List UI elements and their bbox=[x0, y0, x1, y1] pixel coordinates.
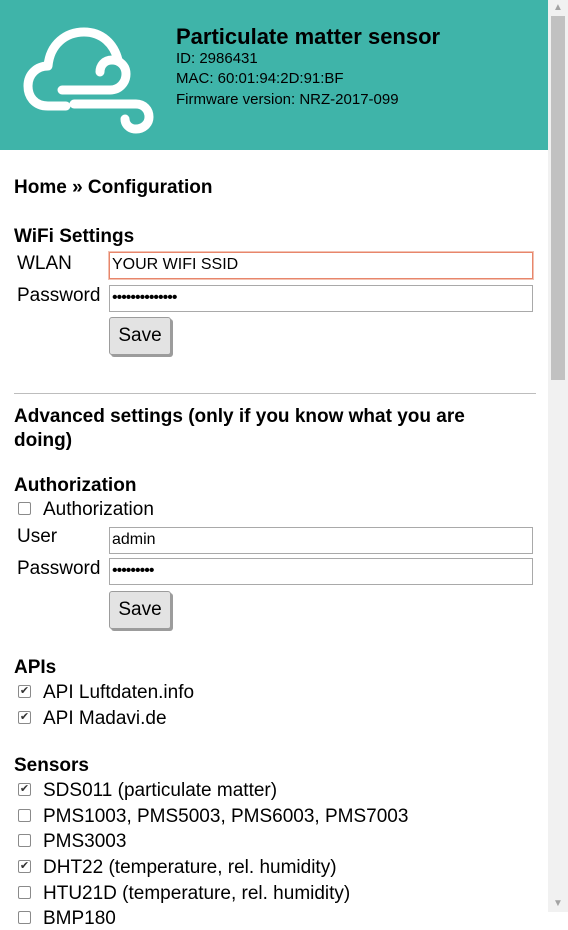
auth-checkbox-row[interactable]: Authorization bbox=[18, 499, 154, 521]
wlan-label: WLAN bbox=[17, 253, 72, 274]
scrollbar-thumb[interactable] bbox=[551, 16, 565, 380]
user-input[interactable]: admin bbox=[109, 527, 533, 554]
sensors-heading: Sensors bbox=[14, 755, 89, 776]
sensor-title: Particulate matter sensor bbox=[176, 24, 441, 49]
auth-password-input[interactable]: ••••••••• bbox=[109, 558, 533, 585]
sensor-item-bmp180[interactable]: BMP180 bbox=[18, 908, 116, 930]
sensor-checkbox-bmp180[interactable] bbox=[18, 910, 31, 924]
sensor-checkbox-dht22[interactable]: ✔ bbox=[18, 859, 31, 873]
sensor-item-dht22[interactable]: ✔ DHT22 (temperature, rel. humidity) bbox=[18, 857, 337, 879]
api-checkbox-madavi[interactable]: ✔ bbox=[18, 710, 31, 724]
device-id: ID: 2986431 bbox=[176, 50, 258, 67]
apis-heading: APIs bbox=[14, 657, 57, 678]
divider bbox=[14, 393, 536, 394]
header-banner: Particulate matter sensor ID: 2986431 MA… bbox=[0, 0, 548, 150]
page-scrollbar[interactable]: ▲ ▼ bbox=[548, 0, 568, 912]
api-item-luftdaten[interactable]: ✔ API Luftdaten.info bbox=[18, 682, 194, 704]
advanced-heading-line1: Advanced settings (only if you know what… bbox=[14, 406, 465, 427]
auth-checkbox[interactable] bbox=[18, 501, 31, 515]
sensor-label-htu21d: HTU21D (temperature, rel. humidity) bbox=[43, 883, 351, 904]
cloud-wind-icon bbox=[23, 27, 154, 134]
wifi-password-label: Password bbox=[17, 285, 101, 306]
sensor-checkbox-sds011[interactable]: ✔ bbox=[18, 782, 31, 796]
sensor-item-pms1003[interactable]: PMS1003, PMS5003, PMS6003, PMS7003 bbox=[18, 806, 408, 828]
sensor-checkbox-htu21d[interactable] bbox=[18, 885, 31, 899]
api-checkbox-luftdaten[interactable]: ✔ bbox=[18, 684, 31, 698]
firmware-version: Firmware version: NRZ-2017-099 bbox=[176, 91, 399, 108]
scroll-up-arrow-icon[interactable]: ▲ bbox=[548, 0, 568, 16]
sensor-label-sds011: SDS011 (particulate matter) bbox=[43, 780, 278, 801]
sensor-label-pms3003: PMS3003 bbox=[43, 831, 127, 852]
user-label: User bbox=[17, 526, 58, 547]
wifi-heading: WiFi Settings bbox=[14, 226, 135, 247]
sensor-label-dht22: DHT22 (temperature, rel. humidity) bbox=[43, 857, 337, 878]
sensor-item-htu21d[interactable]: HTU21D (temperature, rel. humidity) bbox=[18, 883, 350, 905]
sensor-checkbox-pms1003[interactable] bbox=[18, 808, 31, 822]
wifi-save-button[interactable]: Save bbox=[109, 317, 171, 355]
advanced-heading: Advanced settings (only if you know what… bbox=[14, 405, 465, 453]
sensor-checkbox-pms3003[interactable] bbox=[18, 833, 31, 847]
wifi-password-input[interactable]: •••••••••••••• bbox=[109, 285, 533, 312]
mac-address: MAC: 60:01:94:2D:91:BF bbox=[176, 70, 344, 87]
auth-checkbox-label: Authorization bbox=[43, 499, 154, 520]
api-item-madavi[interactable]: ✔ API Madavi.de bbox=[18, 708, 167, 730]
sensor-label-pms1003: PMS1003, PMS5003, PMS6003, PMS7003 bbox=[43, 806, 409, 827]
auth-password-label: Password bbox=[17, 558, 101, 579]
sensor-item-pms3003[interactable]: PMS3003 bbox=[18, 831, 126, 853]
advanced-heading-line2: doing) bbox=[14, 430, 73, 451]
breadcrumb: Home » Configuration bbox=[14, 177, 213, 198]
sensor-label-bmp180: BMP180 bbox=[43, 908, 116, 929]
auth-heading: Authorization bbox=[14, 475, 137, 496]
wlan-input[interactable]: YOUR WIFI SSID bbox=[109, 252, 533, 279]
auth-save-button[interactable]: Save bbox=[109, 591, 171, 629]
scroll-down-arrow-icon[interactable]: ▼ bbox=[548, 896, 568, 912]
api-label-madavi: API Madavi.de bbox=[43, 708, 167, 729]
sensor-item-sds011[interactable]: ✔ SDS011 (particulate matter) bbox=[18, 780, 277, 802]
api-label-luftdaten: API Luftdaten.info bbox=[43, 682, 195, 703]
